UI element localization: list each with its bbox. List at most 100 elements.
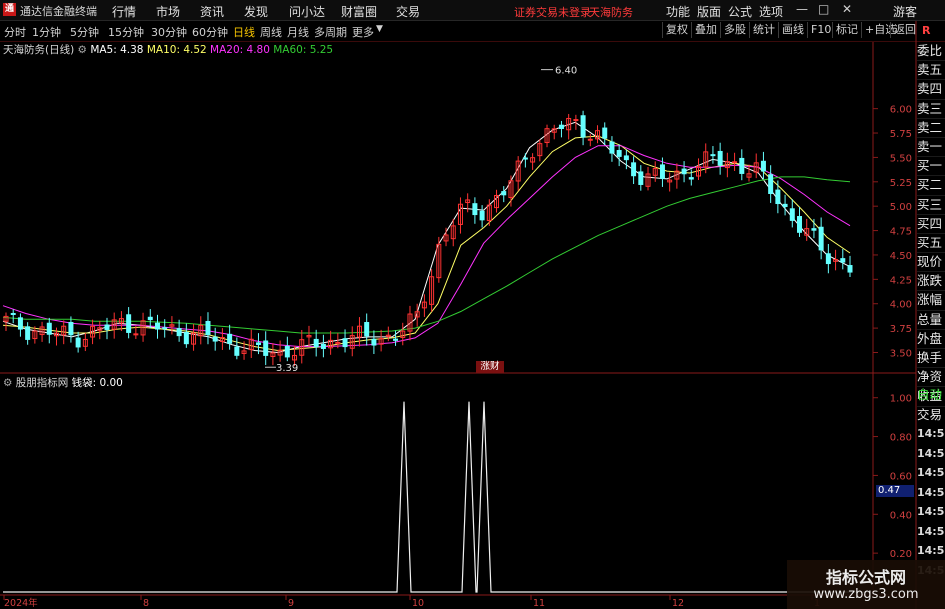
ind-y-tick-label: 0.20	[890, 549, 912, 560]
candle-down	[147, 316, 153, 321]
candle-down	[797, 216, 803, 233]
quote-label: 买四	[917, 215, 945, 234]
quote-label: 买三	[917, 196, 945, 215]
quote-label: 卖四	[917, 80, 945, 100]
candle-down	[255, 342, 261, 346]
panel-tab[interactable]: 自动	[917, 385, 945, 405]
candle-down	[371, 338, 377, 346]
candle-down	[313, 338, 319, 348]
watermark-title: 指标公式网	[825, 568, 906, 587]
candle-down	[205, 320, 211, 336]
candle-down	[479, 210, 485, 221]
candle-down	[782, 203, 788, 208]
trade-time: 14:56	[917, 505, 945, 518]
event-tag[interactable]: 涨财	[476, 361, 504, 373]
candle-down	[234, 346, 240, 356]
candle-down	[263, 340, 269, 356]
candle-down	[659, 164, 665, 179]
candle-down	[320, 343, 326, 349]
candle-down	[717, 150, 723, 166]
ind-y-tick-label: 1.00	[890, 394, 912, 405]
candle-down	[176, 328, 182, 337]
candle-up	[133, 333, 139, 336]
quote-label: 卖五	[917, 61, 945, 81]
candle-down	[739, 157, 745, 174]
x-tick-label: 2024年	[4, 597, 38, 609]
trade-time: 14:56	[917, 485, 945, 499]
y-tick-label: 4.25	[890, 275, 912, 286]
trade-time: 14:56	[917, 524, 945, 538]
candle-down	[17, 317, 23, 330]
y-tick-label: 5.50	[890, 153, 912, 164]
watermark-url: www.zbgs3.com	[813, 587, 919, 602]
panel-tab[interactable]: 交易	[917, 405, 945, 425]
quote-label: 卖三	[917, 100, 945, 119]
x-tick-label: 12	[672, 598, 684, 609]
x-tick-label: 10	[412, 598, 424, 609]
y-tick-label: 4.75	[890, 227, 912, 238]
quote-label: 总量	[917, 311, 945, 330]
candle-down	[760, 160, 766, 172]
candle-up	[732, 161, 738, 164]
candle-down	[212, 336, 218, 342]
low-price-label: 3.39	[276, 363, 298, 374]
candle-down	[104, 324, 110, 330]
trade-time: 14:56	[917, 427, 945, 440]
y-tick-label: 3.50	[890, 348, 912, 359]
candle-down	[602, 127, 608, 139]
quote-label: 外盘	[917, 330, 945, 349]
candle-down	[154, 322, 160, 330]
candle-down	[631, 162, 637, 177]
candle-down	[75, 337, 81, 348]
candle-down	[162, 327, 168, 330]
y-tick-label: 5.75	[890, 129, 912, 140]
indicator-line	[3, 401, 870, 593]
candle-down	[393, 338, 399, 341]
y-tick-label: 4.50	[890, 251, 912, 262]
candle-down	[818, 226, 824, 251]
high-price-label: 6.40	[555, 66, 577, 77]
quote-label: 卖二	[917, 119, 945, 138]
candle-up	[587, 138, 593, 141]
candle-down	[501, 191, 507, 196]
indicator-current-value: 0.47	[876, 485, 914, 497]
candle-down	[811, 228, 817, 231]
candle-down	[775, 189, 781, 205]
y-tick-label: 5.25	[890, 178, 912, 189]
quote-label: 买二	[917, 176, 945, 196]
candle-up	[573, 119, 579, 122]
candle-down	[558, 124, 564, 129]
watermark: 指标公式网 www.zbgs3.com	[787, 560, 945, 609]
quote-panel: 委比 卖五 卖四 卖三 卖二 卖一 买一 买二 买三 买四 买五 现价 涨跌 涨幅 总量 外盘 换手 净资 收益	[917, 42, 945, 407]
quote-label: 现价	[917, 253, 945, 273]
candle-down	[789, 208, 795, 221]
candle-down	[609, 141, 615, 154]
x-tick-label: 8	[143, 598, 149, 609]
candle-down	[364, 322, 370, 337]
trade-panel: 自动交易14:5614:5614:5614:5614:5614:5614:561…	[917, 385, 945, 580]
quote-label: 涨幅	[917, 291, 945, 311]
candle-down	[10, 312, 16, 315]
y-tick-label: 4.00	[890, 300, 912, 311]
candle-down	[623, 155, 629, 161]
candle-down	[522, 157, 528, 160]
x-tick-label: 9	[288, 598, 294, 609]
candle-down	[580, 115, 586, 138]
quote-label: 涨跌	[917, 272, 945, 292]
candle-down	[46, 322, 52, 335]
candle-down	[183, 331, 189, 345]
candle-down	[472, 203, 478, 216]
candle-down	[227, 333, 233, 344]
ind-y-tick-label: 0.80	[890, 433, 912, 444]
ind-y-tick-label: 0.40	[890, 510, 912, 521]
x-tick-label: 11	[533, 598, 545, 609]
kline-chart[interactable]: 3.50 3.75 4.00 4.25 4.50 4.75 5.00 5.25 5.50 5.75…	[0, 0, 945, 609]
candle-down	[126, 314, 132, 333]
candle-down	[710, 154, 716, 157]
trade-time: 14:56	[917, 466, 945, 479]
y-tick-label: 6.00	[890, 105, 912, 116]
ma-line-ma60	[2, 176, 851, 334]
candle-down	[68, 321, 74, 336]
quote-label: 买五	[917, 234, 945, 254]
quote-label: 委比	[917, 42, 945, 62]
